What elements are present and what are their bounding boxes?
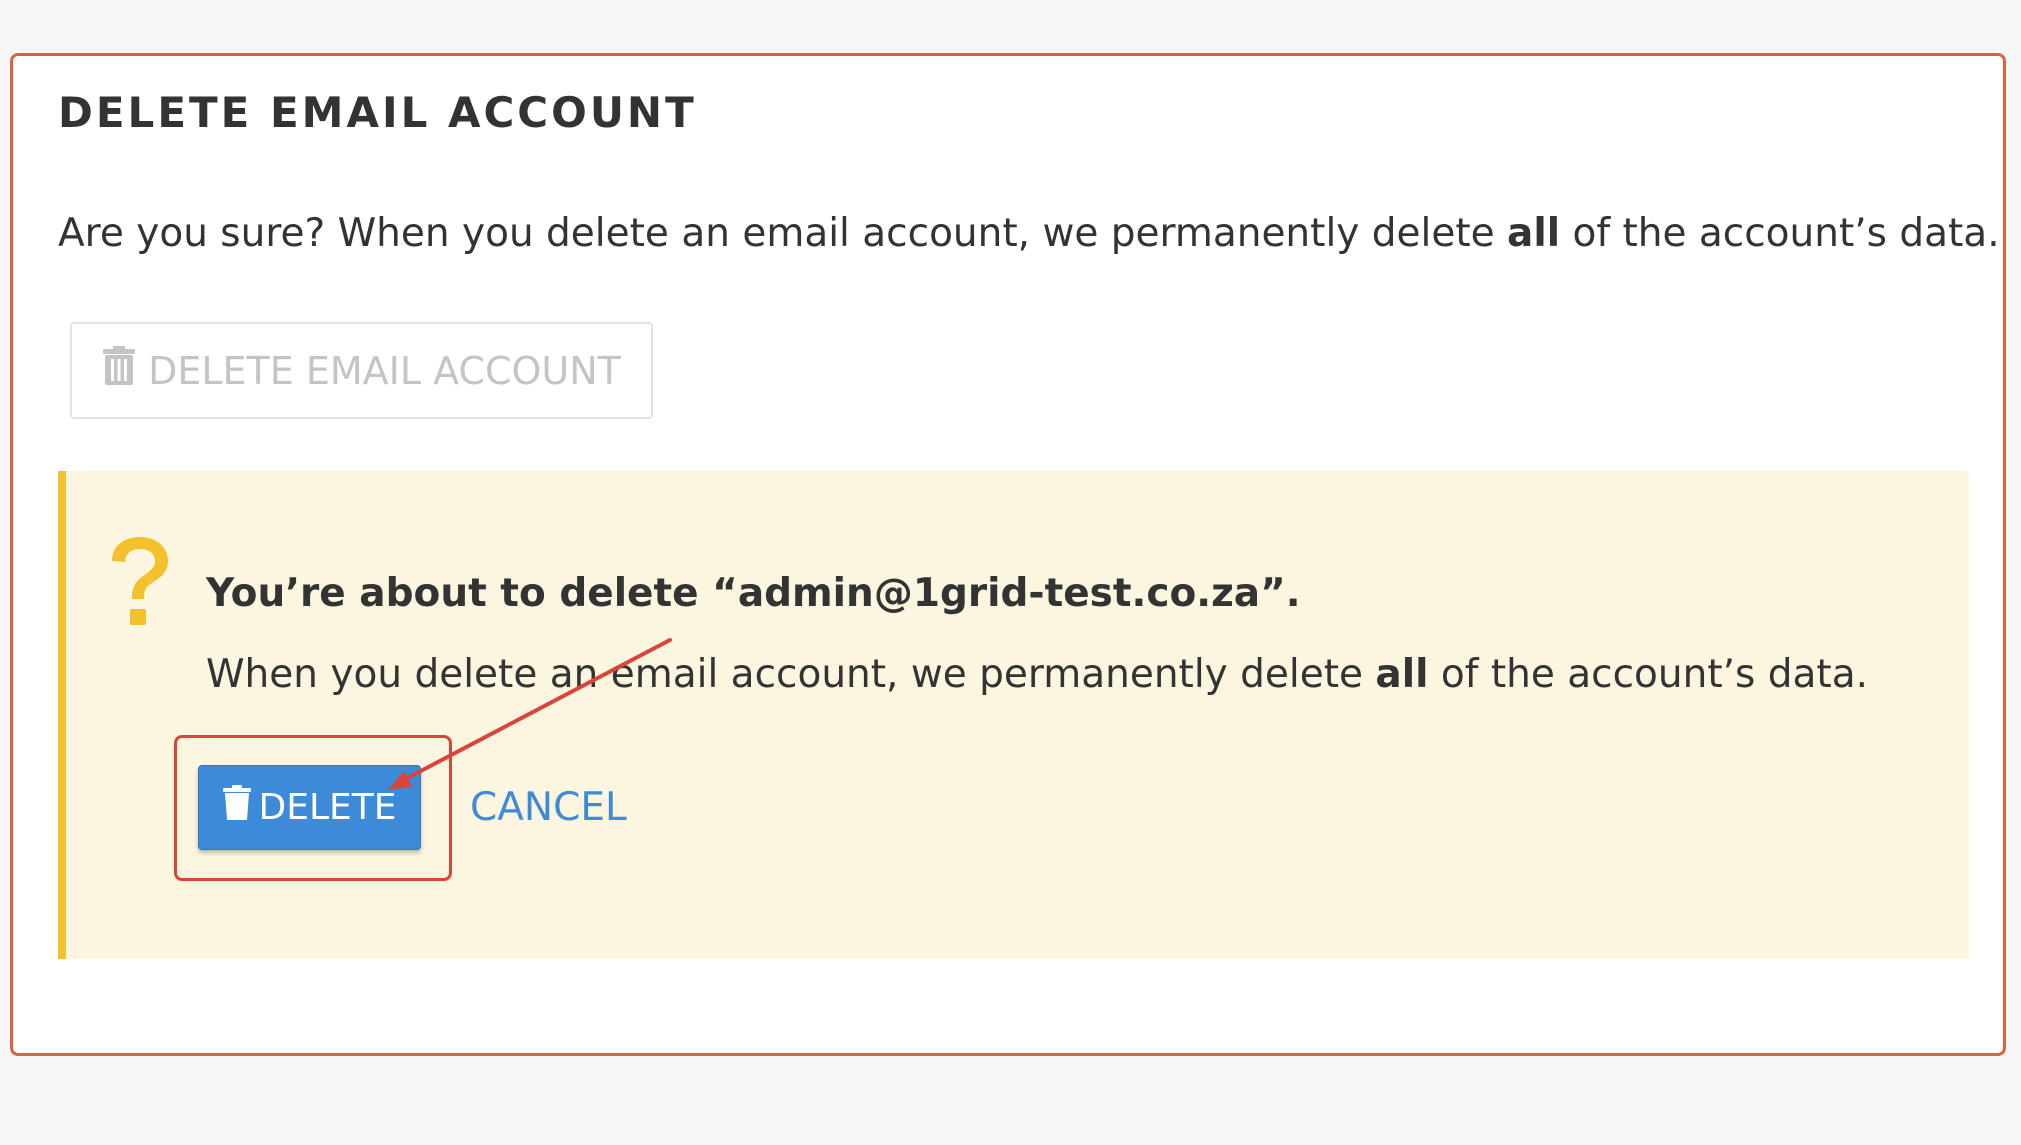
delete-button-label: DELETE	[258, 787, 397, 828]
intro-text-end: of the account’s data.	[1560, 211, 2000, 256]
intro-text: Are you sure? When you delete an email a…	[58, 211, 2000, 256]
confirmation-title: You’re about to delete “admin@1grid-test…	[206, 571, 1301, 616]
delete-confirmation-alert: You’re about to delete “admin@1grid-test…	[58, 471, 1969, 959]
intro-text-emphasis: all	[1507, 211, 1561, 256]
question-mark-icon	[104, 535, 174, 635]
trash-icon	[102, 346, 136, 395]
cancel-link[interactable]: CANCEL	[470, 785, 627, 830]
delete-email-account-button-label: DELETE EMAIL ACCOUNT	[148, 348, 621, 393]
panel-title: DELETE EMAIL ACCOUNT	[58, 88, 697, 137]
confirmation-description: When you delete an email account, we per…	[206, 652, 1868, 697]
delete-email-account-panel: DELETE EMAIL ACCOUNT Are you sure? When …	[10, 53, 2006, 1056]
delete-button[interactable]: DELETE	[198, 765, 421, 850]
confirmation-description-end: of the account’s data.	[1428, 652, 1868, 697]
confirmation-description-start: When you delete an email account, we per…	[206, 652, 1376, 697]
intro-text-start: Are you sure? When you delete an email a…	[58, 211, 1508, 256]
trash-icon	[222, 785, 252, 830]
confirmation-description-emphasis: all	[1375, 652, 1429, 697]
delete-email-account-button[interactable]: DELETE EMAIL ACCOUNT	[70, 322, 653, 419]
